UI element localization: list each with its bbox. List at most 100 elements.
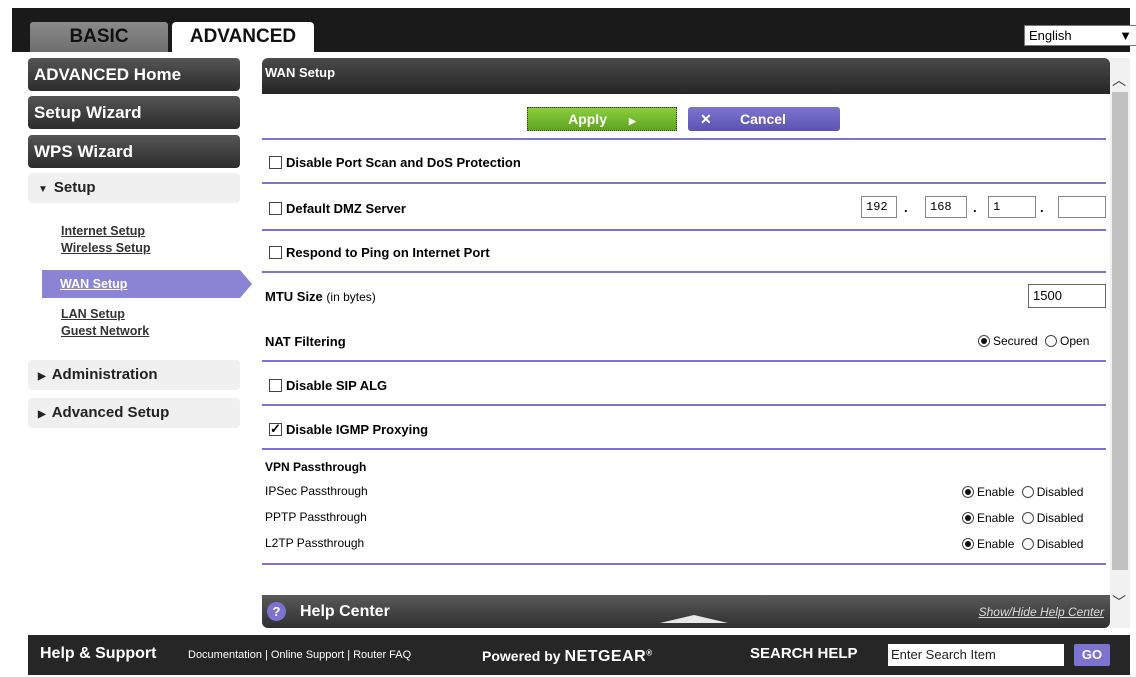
- l2tp-options: Enable Disabled: [962, 537, 1083, 551]
- sidebar-item-wireless-setup[interactable]: Wireless Setup: [61, 241, 151, 255]
- link-separator: |: [347, 649, 351, 661]
- sidebar-wps-wizard-button[interactable]: WPS Wizard: [28, 135, 240, 168]
- expand-triangle-icon[interactable]: [660, 615, 728, 623]
- default-dmz-checkbox[interactable]: [269, 202, 282, 215]
- go-button[interactable]: GO: [1074, 644, 1110, 666]
- play-icon: ▶: [628, 116, 636, 126]
- scroll-down-icon[interactable]: ﹀: [1112, 592, 1126, 612]
- mtu-label: MTU Size: [265, 289, 323, 304]
- disable-igmp-label: Disable IGMP Proxying: [286, 422, 429, 437]
- tab-advanced[interactable]: ADVANCED: [172, 22, 314, 52]
- divider: [262, 182, 1106, 184]
- igmp-row: Disable IGMP Proxying: [269, 421, 429, 437]
- pptp-disabled-radio[interactable]: [1021, 512, 1034, 524]
- pptp-disabled-label: Disabled: [1036, 511, 1084, 525]
- dmz-ip-octet-3[interactable]: 1: [988, 196, 1036, 218]
- sip-alg-row: Disable SIP ALG: [269, 378, 387, 393]
- footer-links: Documentation | Online Support | Router FAQ: [188, 649, 411, 661]
- sidebar-item-lan-setup[interactable]: LAN Setup: [61, 307, 125, 321]
- footer: Help & Support Documentation | Online Supp…: [28, 635, 1130, 675]
- caret-down-icon: ▼: [38, 184, 48, 195]
- online-support-link[interactable]: Online Support: [271, 649, 344, 661]
- divider: [262, 448, 1106, 450]
- respond-ping-checkbox[interactable]: [269, 246, 282, 259]
- pptp-label: PPTP Passthrough: [265, 510, 367, 524]
- pptp-enable-radio[interactable]: [962, 512, 974, 524]
- default-dmz-label: Default DMZ Server: [286, 201, 406, 216]
- nat-open-radio[interactable]: [1045, 335, 1058, 347]
- sidebar-setup-wizard-button[interactable]: Setup Wizard: [28, 96, 240, 129]
- divider: [262, 229, 1106, 231]
- caret-right-icon: ▶: [38, 409, 46, 420]
- pptp-enable-label: Enable: [977, 511, 1015, 525]
- apply-button[interactable]: Apply ▶: [527, 107, 677, 131]
- top-bar: BASIC ADVANCED English ▼: [12, 8, 1136, 52]
- divider: [262, 271, 1106, 273]
- sidebar-section-advanced-setup-label: Advanced Setup: [51, 404, 170, 421]
- sidebar-section-setup[interactable]: ▼ Setup: [28, 173, 240, 203]
- l2tp-disabled-label: Disabled: [1036, 537, 1084, 551]
- l2tp-label: L2TP Passthrough: [265, 536, 365, 550]
- ping-row: Respond to Ping on Internet Port: [269, 245, 490, 260]
- dmz-ip-octet-1[interactable]: 192: [861, 196, 897, 218]
- ipsec-disabled-label: Disabled: [1036, 485, 1084, 499]
- sidebar-item-guest-network[interactable]: Guest Network: [61, 324, 149, 338]
- vpn-passthrough-heading: VPN Passthrough: [265, 460, 367, 474]
- mtu-row: MTU Size (in bytes): [265, 289, 376, 304]
- apply-button-label: Apply: [568, 111, 607, 127]
- sidebar-section-advanced-setup[interactable]: ▶ Advanced Setup: [28, 398, 240, 428]
- router-faq-link[interactable]: Router FAQ: [353, 649, 411, 661]
- pptp-options: Enable Disabled: [962, 511, 1083, 525]
- nat-secured-radio[interactable]: [978, 335, 990, 347]
- ip-dot: .: [1040, 200, 1044, 215]
- l2tp-disabled-radio[interactable]: [1021, 538, 1034, 550]
- panel-title: WAN Setup: [262, 58, 1110, 94]
- tab-basic[interactable]: BASIC: [30, 22, 168, 52]
- show-hide-help-link[interactable]: Show/Hide Help Center: [979, 605, 1104, 619]
- language-select[interactable]: English ▼: [1024, 25, 1136, 46]
- ip-dot: .: [904, 200, 908, 215]
- cancel-button[interactable]: ✕ Cancel: [688, 107, 840, 131]
- l2tp-enable-radio[interactable]: [962, 538, 974, 550]
- wan-setup-panel: WAN Setup Apply ▶ ✕ Cancel Disable Port S…: [262, 58, 1110, 628]
- dmz-ip-octet-4[interactable]: [1058, 196, 1106, 218]
- registered-mark: ®: [646, 648, 653, 658]
- sidebar-advanced-home-button[interactable]: ADVANCED Home: [28, 58, 240, 91]
- nat-filtering-label: NAT Filtering: [265, 334, 346, 349]
- search-input[interactable]: Enter Search Item: [888, 644, 1064, 666]
- nat-open-label: Open: [1060, 334, 1090, 348]
- caret-right-icon: ▶: [38, 371, 46, 382]
- divider: [262, 563, 1106, 565]
- mtu-unit: (in bytes): [326, 290, 376, 304]
- dmz-ip-octet-2[interactable]: 168: [925, 196, 967, 218]
- close-icon: ✕: [700, 111, 712, 127]
- port-scan-row: Disable Port Scan and DoS Protection: [269, 155, 521, 170]
- ipsec-options: Enable Disabled: [962, 485, 1083, 499]
- disable-igmp-checkbox[interactable]: [269, 421, 282, 437]
- disable-sip-alg-label: Disable SIP ALG: [286, 378, 388, 393]
- disable-port-scan-checkbox[interactable]: [269, 156, 282, 169]
- disable-sip-alg-checkbox[interactable]: [269, 379, 282, 392]
- search-help-label: SEARCH HELP: [750, 645, 858, 662]
- scrollbar-thumb[interactable]: [1112, 92, 1128, 570]
- mtu-input[interactable]: 1500: [1028, 284, 1106, 308]
- question-icon: ?: [267, 602, 286, 621]
- ipsec-enable-radio[interactable]: [962, 486, 974, 498]
- help-center-title: Help Center: [300, 603, 390, 620]
- help-center-bar: ? Help Center Show/Hide Help Center: [262, 595, 1110, 628]
- powered-by-label: Powered by: [482, 648, 561, 664]
- l2tp-enable-label: Enable: [977, 537, 1015, 551]
- scroll-up-icon[interactable]: ︿: [1112, 70, 1126, 90]
- ipsec-disabled-radio[interactable]: [1021, 486, 1034, 498]
- divider: [262, 360, 1106, 362]
- documentation-link[interactable]: Documentation: [188, 649, 262, 661]
- nat-filtering-options: Secured Open: [978, 334, 1089, 348]
- sidebar-item-internet-setup[interactable]: Internet Setup: [61, 224, 145, 238]
- dmz-row: Default DMZ Server: [269, 201, 406, 216]
- cancel-button-label: Cancel: [740, 111, 786, 127]
- sidebar-section-administration[interactable]: ▶ Administration: [28, 360, 240, 390]
- help-support-label: Help & Support: [40, 645, 157, 662]
- language-value: English: [1029, 28, 1072, 43]
- sidebar-item-wan-setup[interactable]: WAN Setup: [42, 270, 252, 298]
- nat-secured-label: Secured: [993, 334, 1038, 348]
